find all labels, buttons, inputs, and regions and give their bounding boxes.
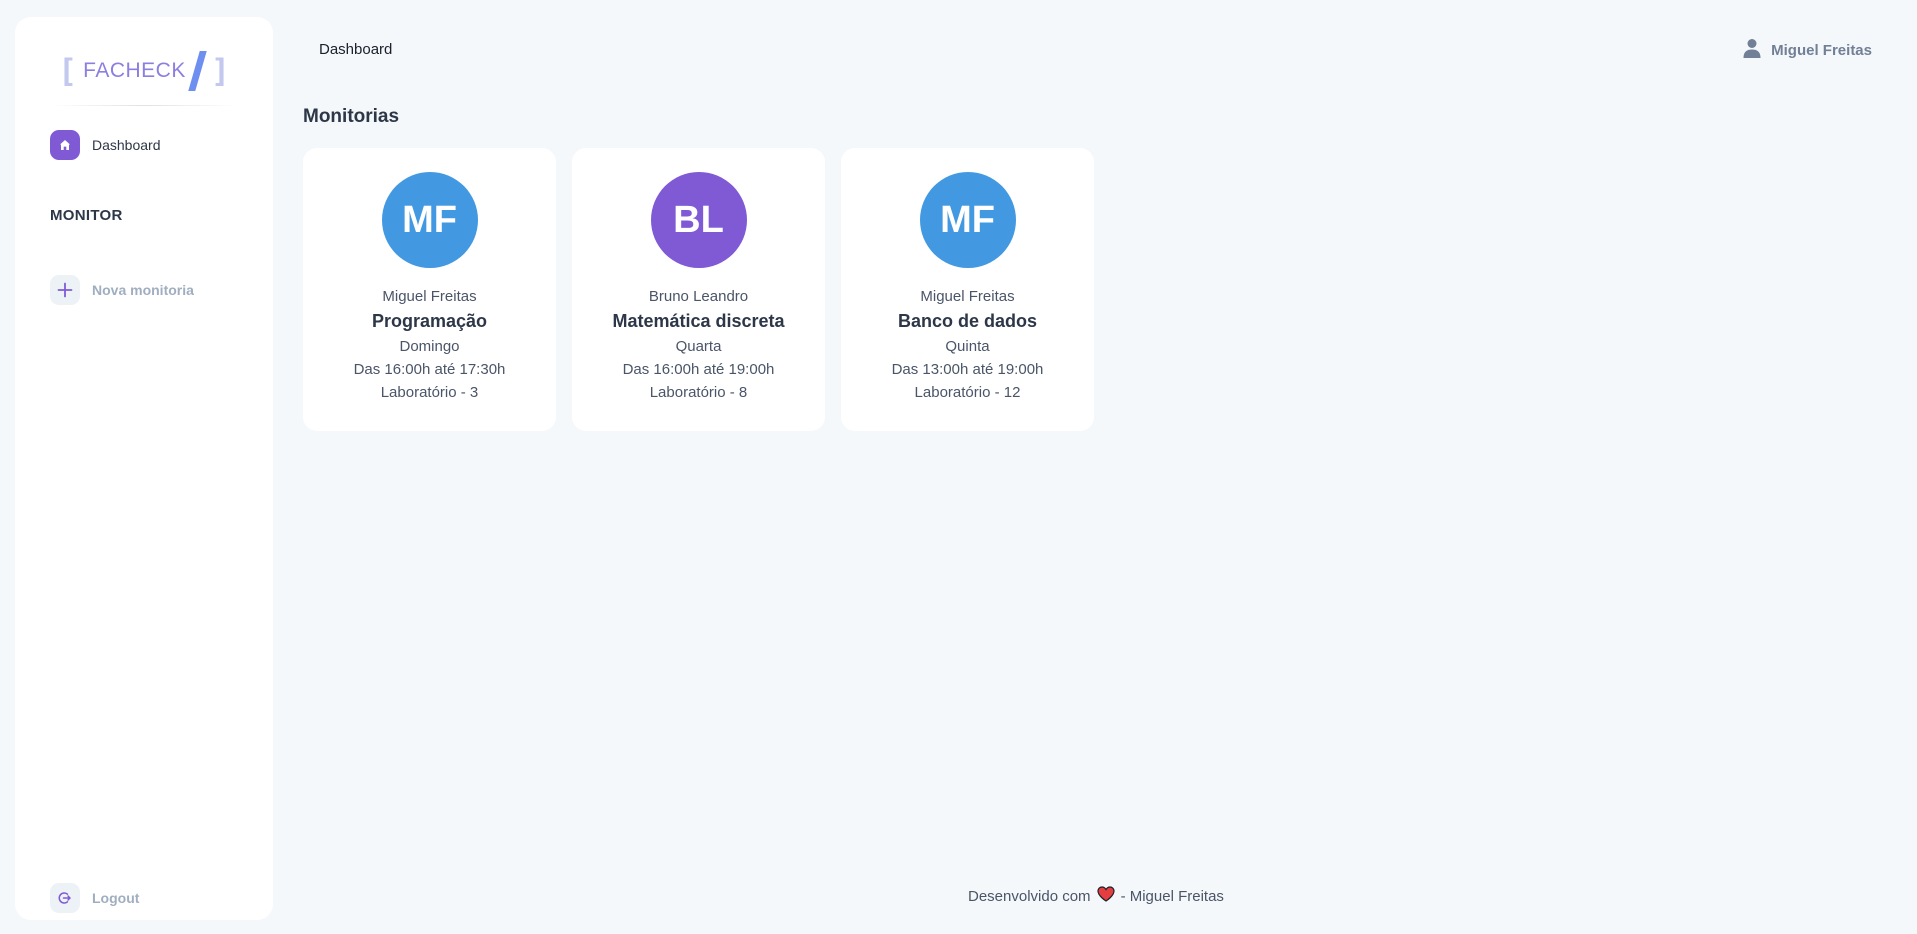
user-icon <box>1743 38 1761 62</box>
logout-icon <box>50 883 80 913</box>
monitor-name: Miguel Freitas <box>382 288 477 305</box>
room: Laboratório - 8 <box>649 384 748 401</box>
logo-bracket-right: ] <box>210 52 231 90</box>
time-range: Das 16:00h até 19:00h <box>622 361 775 378</box>
time-range: Das 16:00h até 17:30h <box>353 361 506 378</box>
subject-title: Programação <box>371 311 488 331</box>
subject-title: Matemática discreta <box>612 311 785 331</box>
footer-author: - Miguel Freitas <box>1120 887 1224 905</box>
user-menu[interactable]: Miguel Freitas <box>1743 38 1872 62</box>
logout-button[interactable]: Logout <box>50 883 139 913</box>
time-range: Das 13:00h até 19:00h <box>891 361 1044 378</box>
facheck-logo[interactable]: [ FACHECK ] <box>15 41 273 101</box>
heart-icon <box>1096 886 1115 906</box>
sidebar-item-dashboard[interactable]: Dashboard <box>50 130 161 160</box>
sidebar-divider <box>51 105 237 106</box>
logout-label: Logout <box>92 890 140 906</box>
monitor-name: Bruno Leandro <box>648 288 749 305</box>
avatar: MF <box>381 172 478 268</box>
monitoria-card[interactable]: BL Bruno Leandro Matemática discreta Qua… <box>572 148 825 431</box>
section-title-monitor: MONITOR <box>50 207 123 224</box>
monitoria-card[interactable]: MF Miguel Freitas Programação Domingo Da… <box>303 148 556 431</box>
user-name: Miguel Freitas <box>1771 41 1872 59</box>
home-icon <box>50 130 80 160</box>
footer: Desenvolvido com - Miguel Freitas <box>968 886 1224 906</box>
room: Laboratório - 12 <box>914 384 1021 401</box>
sidebar: [ FACHECK ] Dashboard MONITOR Nova monit… <box>15 17 273 920</box>
weekday: Quarta <box>675 338 722 355</box>
weekday: Domingo <box>399 338 460 355</box>
plus-icon <box>50 275 80 305</box>
page-title: Monitorias <box>303 106 400 127</box>
room: Laboratório - 3 <box>380 384 479 401</box>
monitoria-card-list: MF Miguel Freitas Programação Domingo Da… <box>303 148 1094 431</box>
logo-bracket-left: [ <box>57 52 78 90</box>
subject-title: Banco de dados <box>897 311 1038 331</box>
logo-text: FACHECK <box>83 59 186 82</box>
sidebar-item-nova-monitoria[interactable]: Nova monitoria <box>50 275 194 305</box>
sidebar-item-label: Nova monitoria <box>92 282 194 298</box>
breadcrumb: Dashboard <box>319 41 393 58</box>
logo-slash <box>188 51 207 91</box>
sidebar-item-label: Dashboard <box>92 137 161 153</box>
footer-prefix: Desenvolvido com <box>968 887 1091 905</box>
avatar: MF <box>919 172 1016 268</box>
monitoria-card[interactable]: MF Miguel Freitas Banco de dados Quinta … <box>841 148 1094 431</box>
monitor-name: Miguel Freitas <box>920 288 1015 305</box>
avatar: BL <box>650 172 747 268</box>
weekday: Quinta <box>945 338 990 355</box>
